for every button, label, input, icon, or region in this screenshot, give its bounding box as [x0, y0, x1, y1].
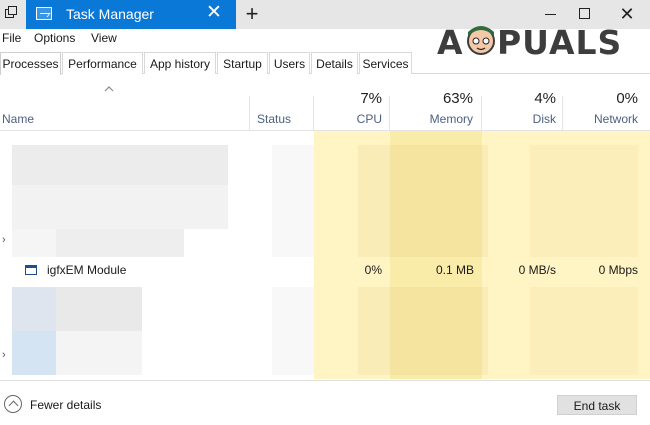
tab-details[interactable]: Details	[311, 52, 358, 74]
sort-ascending-icon[interactable]	[104, 84, 114, 94]
column-divider[interactable]	[562, 96, 563, 130]
column-memory[interactable]: Memory	[420, 112, 473, 126]
blurred-row	[12, 229, 56, 257]
memory-total-percent: 63%	[442, 90, 473, 107]
fewer-details-link[interactable]: Fewer details	[30, 398, 101, 412]
column-cpu[interactable]: CPU	[340, 112, 382, 126]
column-divider[interactable]	[389, 96, 390, 130]
end-task-button[interactable]: End task	[557, 395, 637, 415]
blurred-row	[12, 331, 56, 375]
view-tabs: Processes Performance App history Startu…	[0, 52, 650, 75]
chevron-up-icon[interactable]	[4, 395, 22, 413]
column-name[interactable]: Name	[2, 112, 34, 126]
network-total-percent: 0%	[616, 90, 638, 107]
tab-performance[interactable]: Performance	[62, 52, 143, 74]
tab-startup[interactable]: Startup	[217, 52, 268, 74]
column-divider[interactable]	[313, 96, 314, 130]
close-tab-icon[interactable]: ✕	[204, 3, 224, 23]
blurred-values	[358, 145, 488, 257]
blurred-row	[56, 287, 142, 331]
blurred-status	[272, 145, 314, 257]
window-menu-icon[interactable]	[0, 0, 26, 29]
menu-file[interactable]: File	[2, 31, 21, 45]
process-memory: 0.1 MB	[435, 263, 474, 277]
tab-app-history[interactable]: App history	[144, 52, 216, 74]
blurred-row	[12, 185, 228, 229]
tab-services[interactable]: Services	[359, 52, 412, 74]
tab-users[interactable]: Users	[269, 52, 310, 74]
task-manager-icon	[36, 7, 52, 20]
maximize-icon	[579, 8, 590, 19]
process-window-icon	[25, 265, 37, 275]
menu-options[interactable]: Options	[34, 31, 75, 45]
cpu-total-percent: 7%	[360, 90, 382, 107]
blurred-row	[12, 287, 56, 331]
column-disk[interactable]: Disk	[510, 112, 556, 126]
process-network: 0 Mbps	[598, 263, 638, 277]
column-status[interactable]: Status	[257, 112, 291, 126]
task-manager-tab[interactable]: Task Manager ✕	[26, 0, 236, 29]
column-divider[interactable]	[249, 96, 250, 130]
footer: Fewer details End task	[0, 380, 650, 425]
new-tab-button[interactable]: +	[240, 1, 264, 27]
process-name: igfxEM Module	[47, 263, 127, 277]
process-disk: 0 MB/s	[518, 263, 556, 277]
blurred-row	[12, 145, 228, 185]
minimize-icon	[545, 14, 556, 15]
process-cpu: 0%	[364, 263, 382, 277]
blurred-row	[56, 229, 184, 257]
table-row[interactable]: igfxEM Module 0% 0.1 MB 0 MB/s 0 Mbps	[0, 258, 650, 284]
blurred-values	[530, 287, 638, 375]
menu-view[interactable]: View	[91, 31, 117, 45]
column-divider[interactable]	[481, 96, 482, 130]
process-list: › › igfxEM Module 0% 0.1 MB 0 MB/s 0 Mbp…	[0, 131, 650, 379]
blurred-values	[358, 287, 488, 375]
disk-total-percent: 4%	[534, 90, 556, 107]
column-header: Name Status 7% CPU 63% Memory 4% Disk 0%…	[0, 74, 650, 131]
tab-processes[interactable]: Processes	[0, 52, 61, 75]
tab-title: Task Manager	[66, 6, 154, 22]
expand-chevron-icon[interactable]: ›	[2, 234, 6, 246]
blurred-values	[530, 145, 638, 257]
column-network[interactable]: Network	[580, 112, 638, 126]
blurred-status	[272, 287, 314, 375]
blurred-row	[56, 331, 142, 375]
expand-chevron-icon[interactable]: ›	[2, 349, 6, 361]
